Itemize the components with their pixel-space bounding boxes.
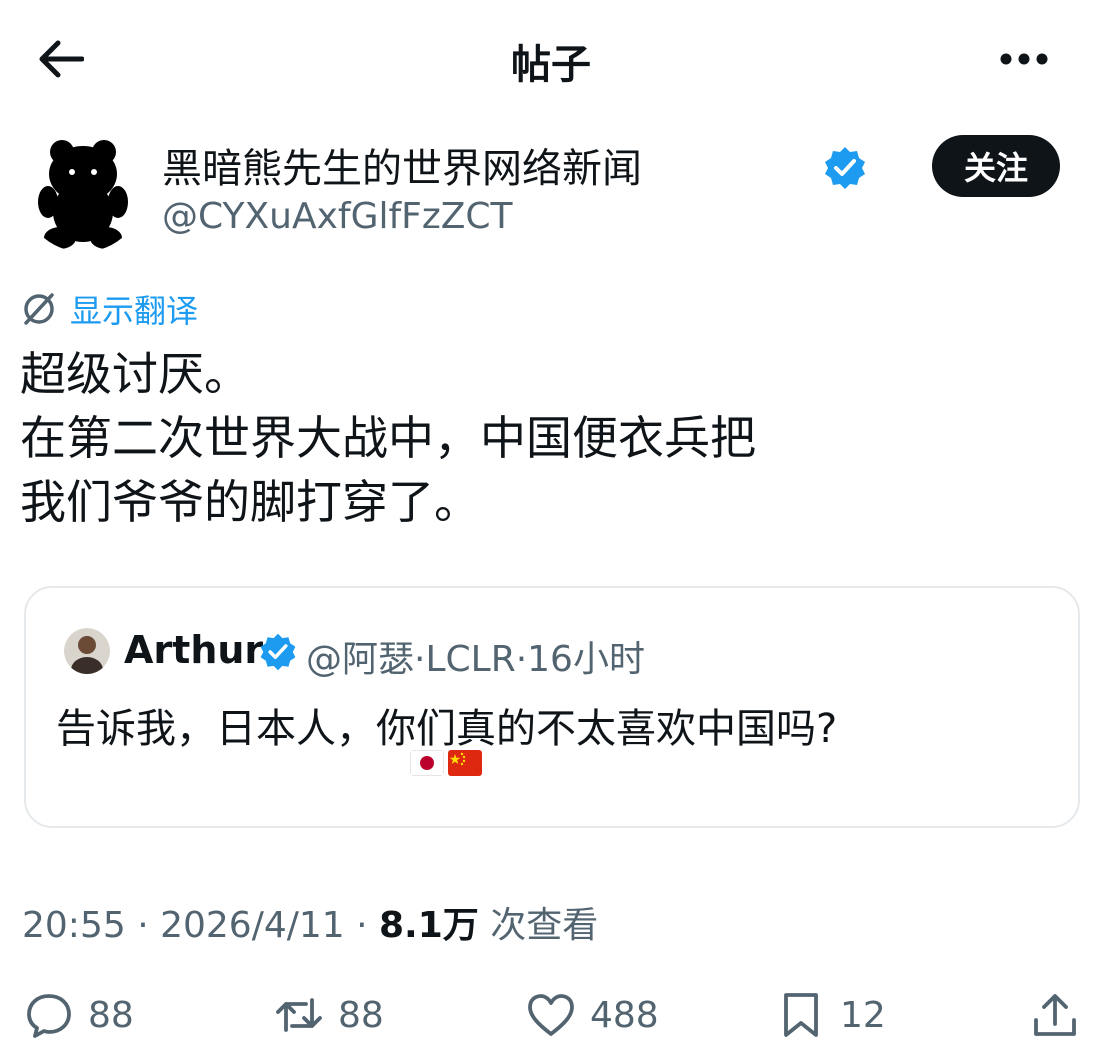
flag-emojis: [410, 750, 482, 776]
post-time[interactable]: 20:55 · 2026/4/11 ·: [22, 905, 379, 946]
bookmark-icon: [784, 993, 818, 1037]
japan-flag-icon: [410, 750, 444, 776]
bookmark-button[interactable]: 12: [776, 990, 886, 1040]
retweet-count: 88: [338, 994, 384, 1036]
post-text: 超级讨厌。 在第二次世界大战中，中国便衣兵把 我们爷爷的脚打穿了。: [20, 342, 756, 534]
reply-icon: [27, 994, 71, 1038]
verified-badge-icon: [825, 147, 865, 189]
quoted-post-card[interactable]: Arthur @阿瑟·LCLR·16小时 告诉我，日本人，你们真的不太喜欢中国吗…: [24, 586, 1080, 828]
show-translation-label: 显示翻译: [70, 292, 199, 330]
post-text-line: 在第二次世界大战中，中国便衣兵把: [20, 411, 756, 465]
avatar[interactable]: [22, 130, 144, 252]
views-count: 8.1万: [379, 905, 479, 946]
post-page: 帖子 黑暗熊先生的世界网络新闻 @CYXuAxfGlfFzZCT 关注 显示翻译…: [0, 0, 1102, 1041]
share-button[interactable]: [1030, 990, 1080, 1040]
views-label: 次查看: [478, 905, 599, 946]
post-timestamp: 20:55 · 2026/4/11 · 8.1万 次查看: [22, 896, 598, 948]
quote-avatar: [64, 628, 110, 674]
quote-meta: @阿瑟·LCLR·16小时: [306, 639, 645, 680]
post-text-line: 超级讨厌。: [20, 347, 250, 401]
retweet-button[interactable]: 88: [274, 990, 384, 1040]
page-title: 帖子: [511, 42, 591, 88]
translate-icon: [24, 293, 54, 325]
quote-text: 告诉我，日本人，你们真的不太喜欢中国吗?: [56, 706, 838, 752]
reply-button[interactable]: 88: [24, 990, 134, 1040]
author-handle[interactable]: @CYXuAxfGlfFzZCT: [162, 196, 513, 237]
reply-count: 88: [88, 994, 134, 1036]
quote-author-name: Arthur: [124, 628, 264, 672]
heart-icon: [528, 994, 574, 1036]
like-count: 488: [590, 994, 659, 1036]
bear-avatar-icon: [23, 131, 143, 251]
post-text-line: 我们爷爷的脚打穿了。: [20, 475, 480, 529]
show-translation-link[interactable]: 显示翻译: [20, 286, 198, 332]
follow-button[interactable]: 关注: [932, 135, 1060, 197]
bookmark-count: 12: [840, 994, 886, 1036]
top-bar: 帖子: [0, 0, 1102, 120]
retweet-icon: [276, 998, 322, 1032]
verified-badge-icon: [260, 633, 296, 671]
more-horizontal-icon: [1000, 53, 1048, 65]
china-flag-icon: [448, 750, 482, 776]
share-icon: [1034, 994, 1076, 1036]
like-button[interactable]: 488: [526, 990, 659, 1040]
person-avatar-icon: [64, 628, 110, 674]
more-button[interactable]: [996, 36, 1052, 82]
author-name[interactable]: 黑暗熊先生的世界网络新闻: [162, 143, 642, 195]
